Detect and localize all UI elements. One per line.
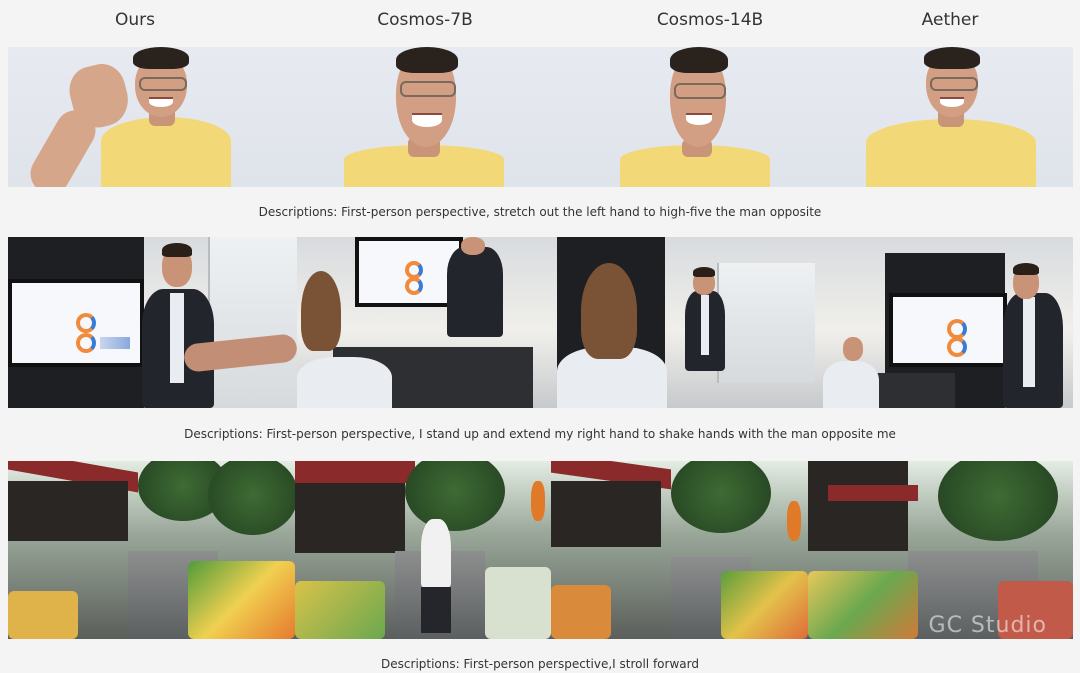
frame-cosmos-7b-handshake — [297, 237, 557, 408]
frame-ours-high-five — [8, 47, 284, 187]
description-stroll: Descriptions: First-person perspective,I… — [381, 657, 699, 671]
description-high-five: Descriptions: First-person perspective, … — [258, 205, 822, 219]
frame-ours-handshake — [8, 237, 297, 408]
column-title-cosmos-7b: Cosmos-7B — [377, 10, 473, 30]
row-high-five — [8, 47, 1073, 187]
watermark: GC Studio — [928, 613, 1047, 638]
row-handshake — [8, 237, 1073, 408]
column-title-cosmos-14b: Cosmos-14B — [656, 10, 764, 30]
column-title-ours: Ours — [114, 10, 155, 30]
frame-ours-stroll — [8, 461, 295, 639]
description-handshake: Descriptions: First-person perspective, … — [184, 427, 896, 441]
frame-cosmos-14b-stroll — [551, 461, 808, 639]
frame-cosmos-7b-stroll — [295, 461, 551, 639]
frame-aether-high-five — [820, 47, 1073, 187]
column-title-aether: Aether — [921, 10, 979, 30]
frame-cosmos-14b-handshake — [557, 237, 815, 408]
frame-aether-handshake — [815, 237, 1073, 408]
row-stroll: GC Studio — [8, 461, 1073, 639]
frame-cosmos-7b-high-five — [284, 47, 556, 187]
column-headers: Ours Cosmos-7B Cosmos-14B Aether — [0, 0, 1080, 44]
frame-cosmos-14b-high-five — [556, 47, 820, 187]
